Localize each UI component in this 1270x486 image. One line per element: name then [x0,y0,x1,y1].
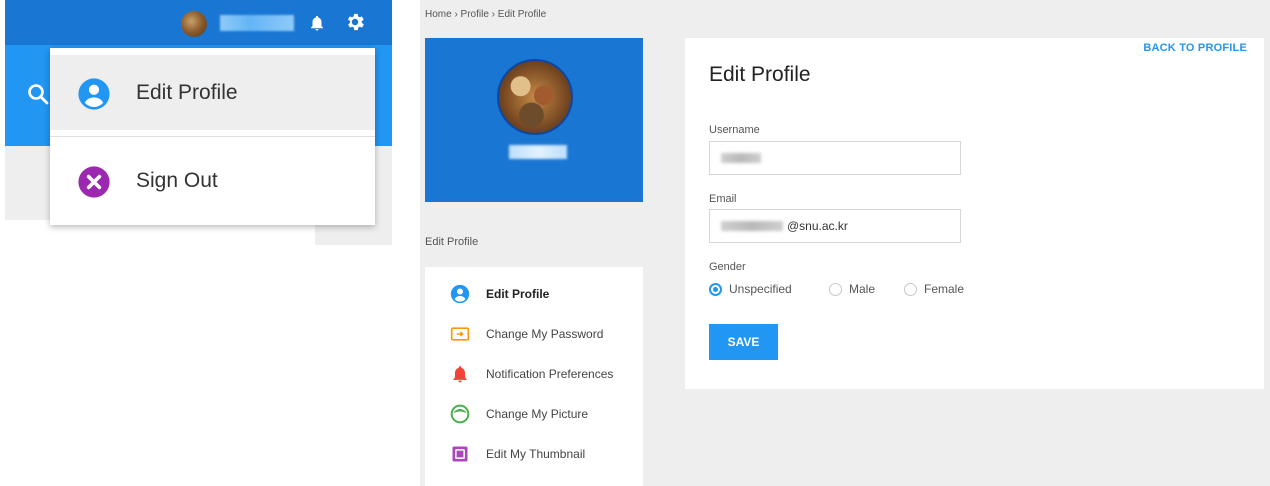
radio-label: Female [924,282,965,296]
profile-card [425,38,643,202]
gender-radio-group: Unspecified Male Female [709,280,1009,298]
sidebar-item-edit-profile[interactable]: Edit Profile [425,274,643,314]
radio-button[interactable] [829,283,842,296]
sidebar-item-label: Edit Profile [486,287,550,301]
username-blurred[interactable] [220,15,294,31]
profile-avatar [497,59,573,135]
menu-item-edit-profile[interactable]: Edit Profile [50,55,375,130]
gender-label: Gender [709,261,746,273]
email-label: Email [709,193,737,205]
profile-name-blurred [509,145,567,159]
back-to-profile-link[interactable]: BACK TO PROFILE [1143,42,1247,54]
account-circle-icon [450,284,470,304]
password-icon [450,327,470,341]
bell-icon[interactable] [308,12,326,34]
radio-button-checked[interactable] [709,283,722,296]
picture-icon [450,404,470,424]
username-label: Username [709,124,760,136]
sidebar-item-label: Change My Password [486,327,604,341]
menu-item-label: Sign Out [136,169,218,192]
sidebar-item-label: Edit My Thumbnail [486,447,586,461]
user-avatar[interactable] [181,11,207,37]
edit-profile-page: Home › Profile › Edit Profile Edit Profi… [420,0,1270,486]
gear-icon[interactable] [344,11,366,33]
thumbnail-icon [452,446,468,462]
sidebar-item-label: Change My Picture [486,407,589,421]
username-value-blurred [721,153,761,163]
menu-item-label: Edit Profile [136,81,238,104]
search-icon[interactable] [26,82,50,106]
radio-button[interactable] [904,283,917,296]
top-bar [5,0,392,45]
close-circle-icon [78,166,110,198]
gender-option-female[interactable]: Female [904,280,979,298]
radio-label: Male [849,282,876,296]
edit-profile-form: BACK TO PROFILE Edit Profile Username Em… [685,38,1264,389]
sidebar-item-label: Notification Preferences [486,367,614,381]
account-circle-icon [78,78,110,110]
sidebar-heading: Edit Profile [425,236,479,248]
app-header-with-dropdown: Edit Profile Sign Out [0,0,392,245]
user-dropdown-menu: Edit Profile Sign Out [50,48,375,225]
gender-option-unspecified[interactable]: Unspecified [709,280,809,298]
email-value-blurred [721,221,783,231]
bell-icon [453,366,467,383]
divider [50,136,375,137]
gender-option-male[interactable]: Male [829,280,889,298]
menu-item-sign-out[interactable]: Sign Out [50,143,375,218]
radio-label: Unspecified [729,282,792,296]
sidebar-item-change-picture[interactable]: Change My Picture [425,394,643,434]
profile-sidebar-menu: Edit Profile Change My Password Notifica… [425,267,643,486]
sidebar-item-edit-thumbnail[interactable]: Edit My Thumbnail [425,434,643,474]
save-button[interactable]: SAVE [709,324,778,360]
sidebar-item-notification-preferences[interactable]: Notification Preferences [425,354,643,394]
breadcrumb[interactable]: Home › Profile › Edit Profile [425,9,546,20]
page-title: Edit Profile [709,63,811,86]
sidebar-item-change-password[interactable]: Change My Password [425,314,643,354]
